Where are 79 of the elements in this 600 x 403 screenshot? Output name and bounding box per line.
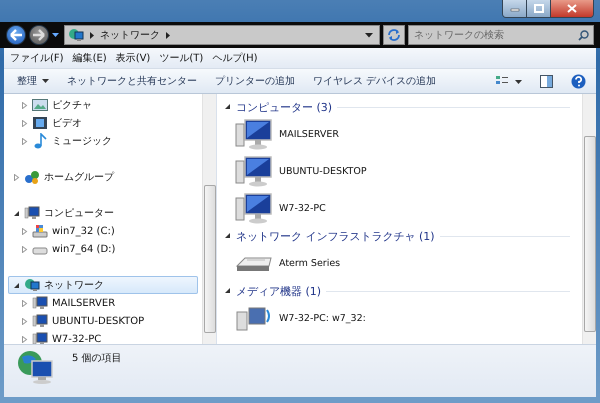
group-header[interactable]: メディア機器 (1) bbox=[236, 284, 322, 298]
film-icon bbox=[32, 116, 48, 130]
group-header[interactable]: コンピューター (3) bbox=[236, 100, 332, 114]
item-count: 5 個の項目 bbox=[72, 352, 122, 365]
search-field[interactable]: ネットワークの検索 bbox=[408, 25, 594, 45]
collapsed-arrow-icon[interactable] bbox=[21, 138, 28, 144]
refresh-icon[interactable] bbox=[387, 29, 401, 41]
back-button[interactable] bbox=[6, 25, 26, 45]
search-icon[interactable] bbox=[578, 30, 589, 41]
computer-icon[interactable] bbox=[235, 156, 273, 188]
item-label[interactable]: UBUNTU-DESKTOP bbox=[279, 166, 367, 177]
dropdown-icon[interactable] bbox=[365, 32, 373, 38]
tree-item[interactable]: ピクチャ bbox=[8, 96, 198, 114]
collapsed-arrow-icon[interactable] bbox=[21, 228, 28, 234]
breadcrumb-item[interactable]: ネットワーク bbox=[100, 28, 160, 42]
collapsed-arrow-icon[interactable] bbox=[21, 300, 28, 306]
expanded-arrow-icon[interactable] bbox=[13, 210, 20, 216]
tree-item[interactable]: W7-32-PC bbox=[8, 330, 198, 344]
computer-icon bbox=[32, 314, 48, 328]
computer-icon bbox=[24, 206, 40, 220]
maximize-button[interactable] bbox=[527, 0, 551, 17]
group-header[interactable]: ネットワーク インフラストラクチャ (1) bbox=[236, 228, 435, 244]
collapsed-arrow-icon[interactable] bbox=[21, 102, 28, 108]
network-globe-icon bbox=[16, 349, 54, 385]
expanded-arrow-icon[interactable] bbox=[225, 233, 231, 239]
item-label[interactable]: MAILSERVER bbox=[279, 129, 340, 140]
menu-item[interactable]: 表示(V) bbox=[116, 51, 150, 65]
picture-icon bbox=[32, 98, 48, 112]
item-label[interactable]: Aterm Series bbox=[279, 258, 340, 269]
music-note-icon bbox=[32, 133, 48, 149]
address-bar[interactable]: ネットワーク bbox=[64, 25, 380, 45]
scrollbar[interactable] bbox=[202, 94, 216, 344]
menu-item[interactable]: 編集(E) bbox=[72, 51, 107, 65]
computer-icon[interactable] bbox=[235, 118, 273, 150]
toolbar-button[interactable]: プリンターの追加 bbox=[208, 71, 302, 91]
tree-item[interactable]: UBUNTU-DESKTOP bbox=[8, 312, 198, 330]
toolbar-button[interactable]: ワイヤレス デバイスの追加 bbox=[306, 71, 444, 91]
menu-item[interactable]: ファイル(F) bbox=[10, 51, 64, 65]
tree-item[interactable]: win7_32 (C:) bbox=[8, 222, 198, 240]
collapsed-arrow-icon[interactable] bbox=[21, 318, 28, 324]
toolbar-button[interactable]: 整理 bbox=[10, 71, 56, 91]
drive-icon bbox=[32, 224, 48, 238]
close-icon[interactable] bbox=[567, 4, 577, 13]
network-icon bbox=[68, 28, 84, 42]
computer-icon bbox=[32, 296, 48, 310]
tree-item[interactable]: コンピューター bbox=[8, 204, 198, 222]
network-icon bbox=[24, 278, 40, 292]
collapsed-arrow-icon[interactable] bbox=[21, 336, 28, 342]
tree-item[interactable]: win7_64 (D:) bbox=[8, 240, 198, 258]
close-button[interactable] bbox=[551, 0, 593, 17]
item-label[interactable]: W7-32-PC bbox=[279, 203, 326, 214]
minimize-button[interactable] bbox=[503, 0, 527, 17]
tree-item[interactable]: ホームグループ bbox=[8, 168, 198, 186]
minimize-icon[interactable] bbox=[510, 6, 520, 12]
tree-item[interactable]: ミュージック bbox=[8, 132, 198, 150]
homegroup-icon bbox=[24, 170, 40, 184]
menu-item[interactable]: ツール(T) bbox=[159, 51, 204, 65]
refresh-button[interactable] bbox=[383, 25, 405, 45]
expanded-arrow-icon[interactable] bbox=[13, 282, 20, 288]
scrollbar[interactable] bbox=[582, 94, 596, 344]
forward-button[interactable] bbox=[29, 25, 49, 45]
item-label[interactable]: W7-32-PC: w7_32: bbox=[279, 313, 366, 324]
collapsed-arrow-icon[interactable] bbox=[13, 174, 20, 180]
menu-item[interactable]: ヘルプ(H) bbox=[212, 51, 258, 65]
breadcrumb-arrow-icon[interactable] bbox=[89, 32, 95, 38]
history-dropdown-icon[interactable] bbox=[52, 32, 59, 38]
expanded-arrow-icon[interactable] bbox=[225, 288, 231, 294]
toolbar-button[interactable]: ネットワークと共有センター bbox=[60, 71, 204, 91]
tree-item[interactable]: ネットワーク bbox=[8, 276, 198, 294]
computer-icon bbox=[32, 332, 48, 344]
collapsed-arrow-icon[interactable] bbox=[21, 246, 28, 252]
collapsed-arrow-icon[interactable] bbox=[21, 120, 28, 126]
caret-icon bbox=[42, 79, 49, 83]
tree-item[interactable]: ビデオ bbox=[8, 114, 198, 132]
tree-item[interactable]: MAILSERVER bbox=[8, 294, 198, 312]
breadcrumb-arrow-icon[interactable] bbox=[165, 32, 171, 38]
media-device-icon[interactable] bbox=[235, 306, 273, 332]
expanded-arrow-icon[interactable] bbox=[225, 104, 231, 110]
computer-icon[interactable] bbox=[235, 192, 273, 224]
